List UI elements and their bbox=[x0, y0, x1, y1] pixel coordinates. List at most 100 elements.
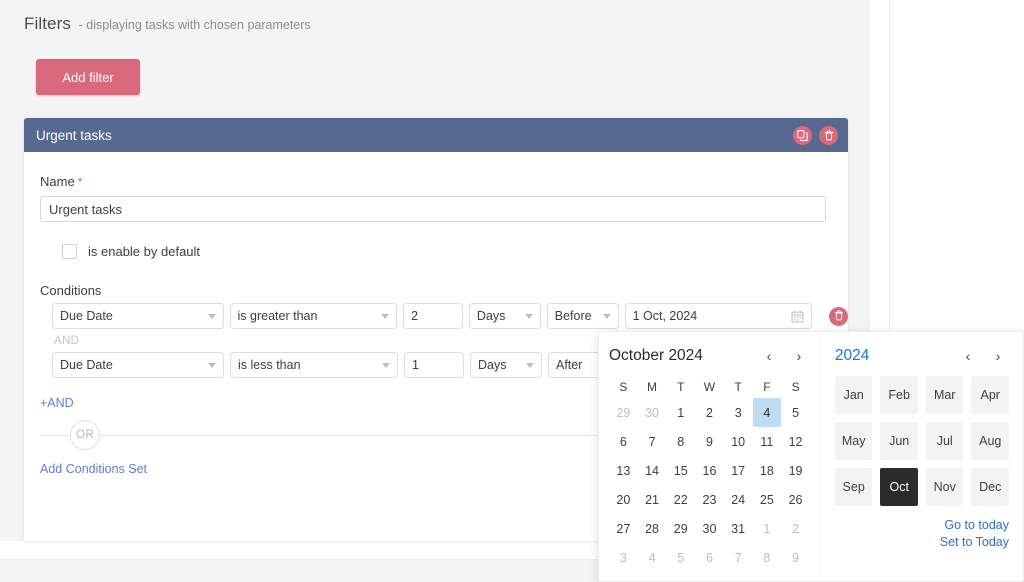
calendar-day-selected[interactable]: 4 bbox=[752, 398, 782, 427]
condition-unit-select[interactable]: Days bbox=[468, 303, 541, 329]
conditions-label: Conditions bbox=[40, 283, 102, 298]
today-links: Go to today Set to Today bbox=[835, 517, 1009, 550]
calendar-day[interactable]: 16 bbox=[695, 456, 724, 485]
calendar-day[interactable]: 7 bbox=[724, 543, 753, 572]
calendar-day[interactable]: 18 bbox=[753, 456, 782, 485]
add-filter-button[interactable]: Add filter bbox=[36, 59, 140, 95]
calendar-day[interactable]: 8 bbox=[666, 427, 695, 456]
name-field-label: Name * bbox=[40, 174, 848, 189]
calendar-day[interactable]: 7 bbox=[638, 427, 667, 456]
month-cell[interactable]: Nov bbox=[925, 468, 964, 506]
set-to-today-link[interactable]: Set to Today bbox=[835, 534, 1009, 551]
calendar-day[interactable]: 8 bbox=[753, 543, 782, 572]
calendar-day[interactable]: 1 bbox=[753, 514, 782, 543]
month-cell[interactable]: Aug bbox=[971, 422, 1009, 460]
weekday-label: F bbox=[763, 380, 771, 394]
calendar-day[interactable]: 31 bbox=[724, 514, 753, 543]
chevron-down-icon bbox=[381, 313, 390, 319]
month-cell[interactable]: Dec bbox=[971, 468, 1009, 506]
month-cell[interactable]: Feb bbox=[880, 376, 918, 414]
duplicate-filter-button[interactable] bbox=[793, 125, 812, 145]
calendar-day[interactable]: 25 bbox=[753, 485, 782, 514]
prev-year-button[interactable]: ‹ bbox=[957, 345, 979, 367]
condition-direction-select[interactable]: Before bbox=[546, 303, 619, 329]
month-cell[interactable]: Sep bbox=[834, 468, 873, 506]
condition-operator-select[interactable]: is less than bbox=[230, 352, 398, 378]
enable-by-default-checkbox[interactable] bbox=[62, 244, 77, 259]
calendar-day[interactable]: 2 bbox=[781, 514, 810, 543]
calendar-day[interactable]: 26 bbox=[781, 485, 810, 514]
weekday-label: W bbox=[703, 380, 716, 394]
calendar-day[interactable]: 4 bbox=[638, 543, 667, 572]
calendar-day[interactable]: 23 bbox=[695, 485, 724, 514]
calendar-day[interactable]: 3 bbox=[724, 398, 753, 427]
next-month-button[interactable]: › bbox=[788, 345, 810, 367]
calendar-day[interactable]: 21 bbox=[638, 485, 667, 514]
weekday-label: T bbox=[734, 380, 742, 394]
calendar-day[interactable]: 10 bbox=[724, 427, 753, 456]
calendar-day[interactable]: 5 bbox=[666, 543, 695, 572]
month-cell[interactable]: Apr bbox=[971, 376, 1009, 414]
calendar-day[interactable]: 28 bbox=[638, 514, 667, 543]
calendar-day[interactable]: 30 bbox=[695, 514, 724, 543]
go-to-today-link[interactable]: Go to today bbox=[835, 517, 1009, 534]
calendar-day[interactable]: 2 bbox=[695, 398, 724, 427]
calendar-icon bbox=[791, 309, 804, 323]
add-and-link[interactable]: +AND bbox=[40, 396, 74, 410]
or-badge: OR bbox=[70, 420, 100, 450]
weekday-label: T bbox=[677, 380, 685, 394]
condition-field-select[interactable]: Due Date bbox=[52, 303, 224, 329]
next-year-button[interactable]: › bbox=[987, 345, 1009, 367]
calendar-day[interactable]: 17 bbox=[724, 456, 753, 485]
condition-operator-select[interactable]: is greater than bbox=[229, 303, 398, 329]
month-cell[interactable]: May bbox=[834, 422, 873, 460]
calendar-day[interactable]: 30 bbox=[638, 398, 667, 427]
weekday-label: M bbox=[647, 380, 658, 394]
filters-title: Filters bbox=[24, 14, 71, 33]
calendar-day[interactable]: 6 bbox=[609, 427, 638, 456]
calendar-day[interactable]: 11 bbox=[753, 427, 782, 456]
filter-card-title: Urgent tasks bbox=[36, 127, 112, 143]
month-cell[interactable]: Jul bbox=[925, 422, 964, 460]
condition-amount-input[interactable]: 2 bbox=[403, 303, 463, 329]
delete-condition-button[interactable] bbox=[829, 306, 848, 326]
calendar-day[interactable]: 22 bbox=[666, 485, 695, 514]
month-cell[interactable]: Mar bbox=[925, 376, 964, 414]
add-conditions-set-link[interactable]: Add Conditions Set bbox=[40, 462, 147, 476]
datepicker-popup: October 2024 ‹ › SMTWTFS 29 30 1 2 3 4 5 6 7 8 9 10… bbox=[598, 331, 1024, 582]
condition-unit-select[interactable]: Days bbox=[470, 352, 542, 378]
calendar-day[interactable]: 14 bbox=[638, 456, 667, 485]
chevron-down-icon bbox=[524, 313, 533, 319]
calendar-day[interactable]: 29 bbox=[666, 514, 695, 543]
calendar-day[interactable]: 19 bbox=[781, 456, 810, 485]
month-cell-selected[interactable]: Oct bbox=[880, 468, 918, 506]
name-input[interactable] bbox=[40, 196, 826, 222]
condition-field-select[interactable]: Due Date bbox=[52, 352, 224, 378]
calendar-day[interactable]: 9 bbox=[781, 543, 810, 572]
month-cell[interactable]: Jun bbox=[880, 422, 918, 460]
calendar-day[interactable]: 6 bbox=[695, 543, 724, 572]
trash-icon bbox=[824, 129, 834, 141]
condition-operator-value: is less than bbox=[238, 358, 301, 372]
calendar-day[interactable]: 13 bbox=[609, 456, 638, 485]
calendar-day[interactable]: 9 bbox=[695, 427, 724, 456]
calendar-day[interactable]: 15 bbox=[666, 456, 695, 485]
chevron-left-icon: ‹ bbox=[766, 348, 772, 364]
condition-amount-value: 1 bbox=[412, 358, 419, 372]
calendar-day[interactable]: 20 bbox=[609, 485, 638, 514]
delete-filter-button[interactable] bbox=[819, 125, 838, 145]
calendar-day[interactable]: 29 bbox=[609, 398, 638, 427]
calendar-day[interactable]: 12 bbox=[781, 427, 810, 456]
calendar-day[interactable]: 1 bbox=[666, 398, 695, 427]
condition-row: Due Date is greater than 2 Days Before 1… bbox=[52, 303, 848, 329]
calendar-day[interactable]: 5 bbox=[781, 398, 810, 427]
calendar-day[interactable]: 3 bbox=[609, 543, 638, 572]
required-marker: * bbox=[77, 175, 83, 189]
month-cell[interactable]: Jan bbox=[834, 376, 873, 414]
prev-month-button[interactable]: ‹ bbox=[758, 345, 780, 367]
condition-date-input[interactable]: 1 Oct, 2024 bbox=[624, 303, 813, 329]
condition-amount-input[interactable]: 1 bbox=[404, 352, 464, 378]
calendar-day[interactable]: 24 bbox=[724, 485, 753, 514]
calendar-day[interactable]: 27 bbox=[609, 514, 638, 543]
calendar-days-grid: 29 30 1 2 3 4 5 6 7 8 9 10 11 12 13 14 15 16 17 18 19 20 21 22 2… bbox=[609, 398, 810, 572]
